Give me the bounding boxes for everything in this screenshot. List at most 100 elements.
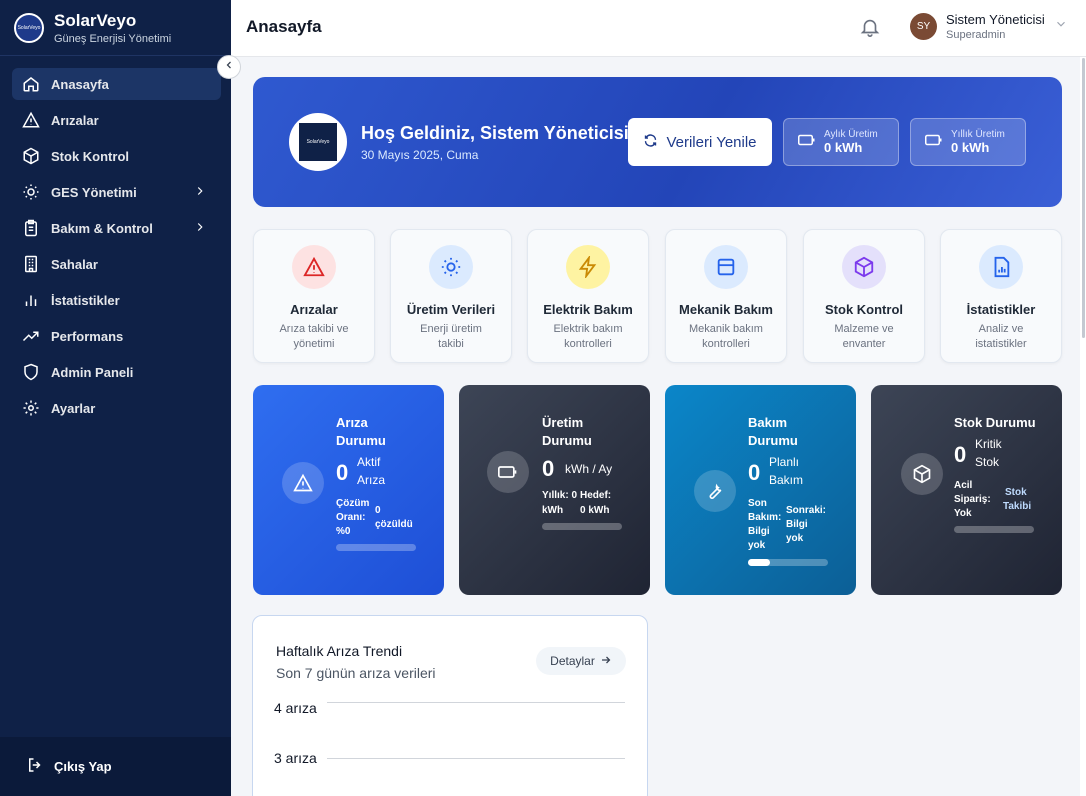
- topbar: Anasayfa SY Sistem Yöneticisi Superadmin: [231, 0, 1086, 57]
- battery-icon: [487, 451, 529, 493]
- sidebar-item-label: Ayarlar: [51, 400, 96, 416]
- card-detail: çözüldü: [375, 519, 413, 530]
- card-title: Durumu: [336, 433, 386, 448]
- details-label: Detaylar: [550, 654, 595, 668]
- user-role: Superadmin: [946, 29, 1006, 41]
- uretim-status-card[interactable]: Üretim Durumu 0 kWh / Ay Yıllık: 0 kWh H…: [459, 385, 650, 595]
- sidebar-item-admin-paneli[interactable]: Admin Paneli: [12, 356, 221, 388]
- report-icon: [979, 245, 1023, 289]
- scrollbar-thumb[interactable]: [1082, 58, 1085, 338]
- progress-fill: [748, 559, 771, 566]
- card-detail: %0: [336, 526, 351, 537]
- sidebar-item-anasayfa[interactable]: Anasayfa: [12, 68, 221, 100]
- wrench-icon: [694, 470, 736, 512]
- quick-action-elektrik-bakim[interactable]: Elektrik Bakım Elektrik bakım kontroller…: [527, 229, 649, 363]
- sidebar-item-ayarlar[interactable]: Ayarlar: [12, 392, 221, 424]
- chevron-left-icon: [223, 58, 235, 76]
- logout-label: Çıkış Yap: [54, 759, 112, 774]
- card-value: 0: [336, 460, 349, 485]
- quick-action-title: Stok Kontrol: [825, 302, 903, 317]
- stok-status-card[interactable]: Stok Durumu 0 Kritik Stok Acil Sipariş: …: [871, 385, 1062, 595]
- welcome-banner: SolarVeyo Hoş Geldiniz, Sistem Yöneticis…: [253, 77, 1062, 207]
- sidebar-item-sahalar[interactable]: Sahalar: [12, 248, 221, 280]
- sidebar-collapse-button[interactable]: [217, 55, 241, 79]
- user-menu[interactable]: SY Sistem Yöneticisi Superadmin: [910, 12, 1068, 41]
- chevron-right-icon: [193, 184, 207, 201]
- quick-action-stok-kontrol[interactable]: Stok Kontrol Malzeme ve envanter: [803, 229, 925, 363]
- y-axis-label: 3 arıza: [274, 750, 317, 766]
- card-value: 0: [954, 442, 967, 467]
- sidebar-item-arizalar[interactable]: Arızalar: [12, 104, 221, 136]
- card-detail: Oranı:: [336, 512, 366, 523]
- quick-action-istatistikler[interactable]: İstatistikler Analiz ve istatistikler: [940, 229, 1062, 363]
- yearly-production-value: 0 kWh: [951, 140, 990, 155]
- notification-bell-icon[interactable]: [859, 16, 881, 43]
- card-title: Stok Durumu: [954, 415, 1036, 430]
- warning-icon: [292, 245, 336, 289]
- trending-up-icon: [22, 327, 40, 345]
- ariza-status-card[interactable]: Arıza Durumu 0 Aktif Arıza Çözüm Oranı: …: [253, 385, 444, 595]
- card-detail: Hedef:: [580, 490, 612, 501]
- progress-bar: [954, 526, 1034, 533]
- sun-icon: [22, 183, 40, 201]
- bakim-status-card[interactable]: Bakım Durumu 0 Planlı Bakım Son Bakım: B…: [665, 385, 856, 595]
- warning-icon: [22, 111, 40, 129]
- grid-line: [327, 758, 625, 759]
- card-title: Durumu: [748, 433, 798, 448]
- monthly-production-label: Aylık Üretim: [824, 129, 878, 140]
- quick-action-arizalar[interactable]: Arızalar Arıza takibi ve yönetimi: [253, 229, 375, 363]
- sidebar-item-label: Sahalar: [51, 256, 98, 272]
- sidebar-item-label: Anasayfa: [51, 76, 109, 92]
- quick-action-subtitle: Elektrik bakım kontrolleri: [553, 323, 623, 350]
- box-icon: [22, 147, 40, 165]
- card-title: Durumu: [542, 433, 592, 448]
- progress-bar: [542, 523, 622, 530]
- logout-button[interactable]: Çıkış Yap: [0, 737, 231, 796]
- card-value: 0: [748, 460, 761, 485]
- progress-bar: [748, 559, 828, 566]
- quick-action-mekanik-bakim[interactable]: Mekanik Bakım Mekanik bakım kontrolleri: [665, 229, 787, 363]
- card-unit: Kritik: [975, 437, 1002, 451]
- brand-logo: SolarVeyo: [14, 12, 44, 43]
- details-button[interactable]: Detaylar: [536, 647, 626, 675]
- sidebar-nav: Anasayfa Arızalar Stok Kontrol GES Yönet…: [0, 56, 231, 424]
- hero-logo-mark: SolarVeyo: [299, 123, 337, 161]
- card-detail: kWh: [542, 505, 564, 516]
- sidebar-item-performans[interactable]: Performans: [12, 320, 221, 352]
- yearly-production-label: Yıllık Üretim: [951, 129, 1005, 140]
- sidebar-item-ges-yonetimi[interactable]: GES Yönetimi: [12, 176, 221, 208]
- refresh-data-button[interactable]: Verileri Yenile: [628, 118, 772, 166]
- sidebar-item-label: Performans: [51, 328, 124, 344]
- panel-icon: [704, 245, 748, 289]
- gear-icon: [22, 399, 40, 417]
- quick-action-subtitle: Arıza takibi ve yönetimi: [279, 323, 349, 350]
- quick-action-uretim-verileri[interactable]: Üretim Verileri Enerji üretim takibi: [390, 229, 512, 363]
- box-icon: [842, 245, 886, 289]
- monthly-production-card: Aylık Üretim 0 kWh: [783, 118, 899, 166]
- card-unit: Bakım: [769, 473, 804, 487]
- card-title: Üretim: [542, 415, 584, 430]
- card-detail: Yıllık: 0: [542, 490, 578, 501]
- sidebar: SolarVeyo SolarVeyo Güneş Enerjisi Yönet…: [0, 0, 231, 796]
- progress-bar: [336, 544, 416, 551]
- sidebar-item-stok-kontrol[interactable]: Stok Kontrol: [12, 140, 221, 172]
- trend-subtitle: Son 7 günün arıza verileri: [276, 665, 436, 681]
- arrow-right-icon: [600, 654, 612, 669]
- card-detail: yok: [748, 540, 766, 551]
- card-unit: Stok: [975, 455, 1000, 469]
- card-detail: Yok: [954, 508, 972, 519]
- battery-icon: [798, 133, 816, 151]
- yearly-production-card: Yıllık Üretim 0 kWh: [910, 118, 1026, 166]
- card-unit: kWh / Ay: [565, 462, 613, 476]
- card-detail: Takibi: [1003, 501, 1032, 512]
- brand-logo-text: SolarVeyo: [17, 24, 41, 31]
- card-detail: Son: [748, 498, 767, 509]
- sidebar-item-bakim-kontrol[interactable]: Bakım & Kontrol: [12, 212, 221, 244]
- welcome-title: Hoş Geldiniz, Sistem Yöneticisi: [361, 123, 629, 143]
- sidebar-item-istatistikler[interactable]: İstatistikler: [12, 284, 221, 316]
- brand[interactable]: SolarVeyo SolarVeyo Güneş Enerjisi Yönet…: [0, 0, 231, 56]
- hero-logo: SolarVeyo: [289, 113, 347, 171]
- home-icon: [22, 75, 40, 93]
- card-detail: Sipariş:: [954, 494, 991, 505]
- weekly-fault-trend-card: Haftalık Arıza Trendi Son 7 günün arıza …: [252, 615, 648, 796]
